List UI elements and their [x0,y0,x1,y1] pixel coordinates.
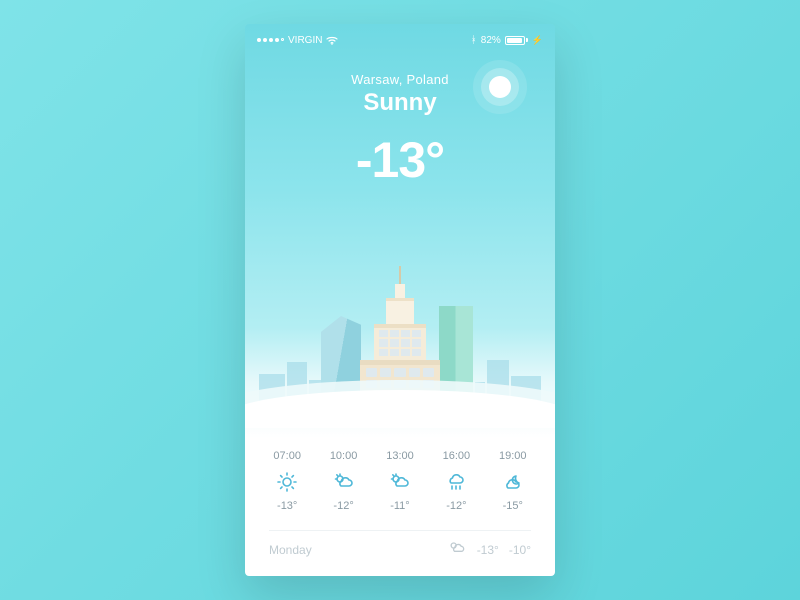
hour-slot[interactable]: 16:00 -12° [431,450,481,512]
hour-temp: -12° [319,500,369,512]
battery-icon [505,36,528,45]
hour-slot[interactable]: 13:00 -11° [375,450,425,512]
hour-temp: -15° [488,500,538,512]
charging-icon: ⚡ [532,35,543,46]
carrier-label: VIRGIN [288,35,322,46]
hourly-forecast[interactable]: 07:00 -13° 10:00 -12° 13:00 -11° 16:00 [245,450,555,512]
daily-forecast-row[interactable]: Monday -13° -10° [269,530,531,558]
hour-slot[interactable]: 10:00 -12° [319,450,369,512]
hour-temp: -11° [375,500,425,512]
hour-time: 19:00 [488,450,538,462]
weather-app-screen: VIRGIN ᚼ 82% ⚡ Warsaw, Poland Sunny -13° [245,24,555,576]
wifi-icon [326,36,338,45]
hour-time: 16:00 [431,450,481,462]
hour-temp: -13° [262,500,312,512]
battery-percent: 82% [481,35,501,46]
day-label: Monday [269,543,312,557]
sun-illustration-icon [489,76,511,98]
sun-icon [262,470,312,494]
hour-slot[interactable]: 07:00 -13° [262,450,312,512]
city-illustration [245,278,555,428]
hour-time: 10:00 [319,450,369,462]
day-high: -13° [477,543,499,557]
status-left: VIRGIN [257,35,338,46]
snow-icon [431,470,481,494]
sun-cloud-icon [319,470,369,494]
status-right: ᚼ 82% ⚡ [471,35,543,46]
sun-cloud-icon [447,538,467,561]
hour-time: 13:00 [375,450,425,462]
bluetooth-icon: ᚼ [471,35,477,46]
sun-cloud-icon [375,470,425,494]
hour-slot[interactable]: 19:00 -15° [488,450,538,512]
current-temperature: -13° [245,131,555,189]
current-weather-header: Warsaw, Poland Sunny -13° [245,72,555,189]
moon-cloud-icon [488,470,538,494]
hour-time: 07:00 [262,450,312,462]
status-bar: VIRGIN ᚼ 82% ⚡ [245,32,555,48]
day-low: -10° [509,543,531,557]
hour-temp: -12° [431,500,481,512]
signal-dots-icon [257,38,284,42]
